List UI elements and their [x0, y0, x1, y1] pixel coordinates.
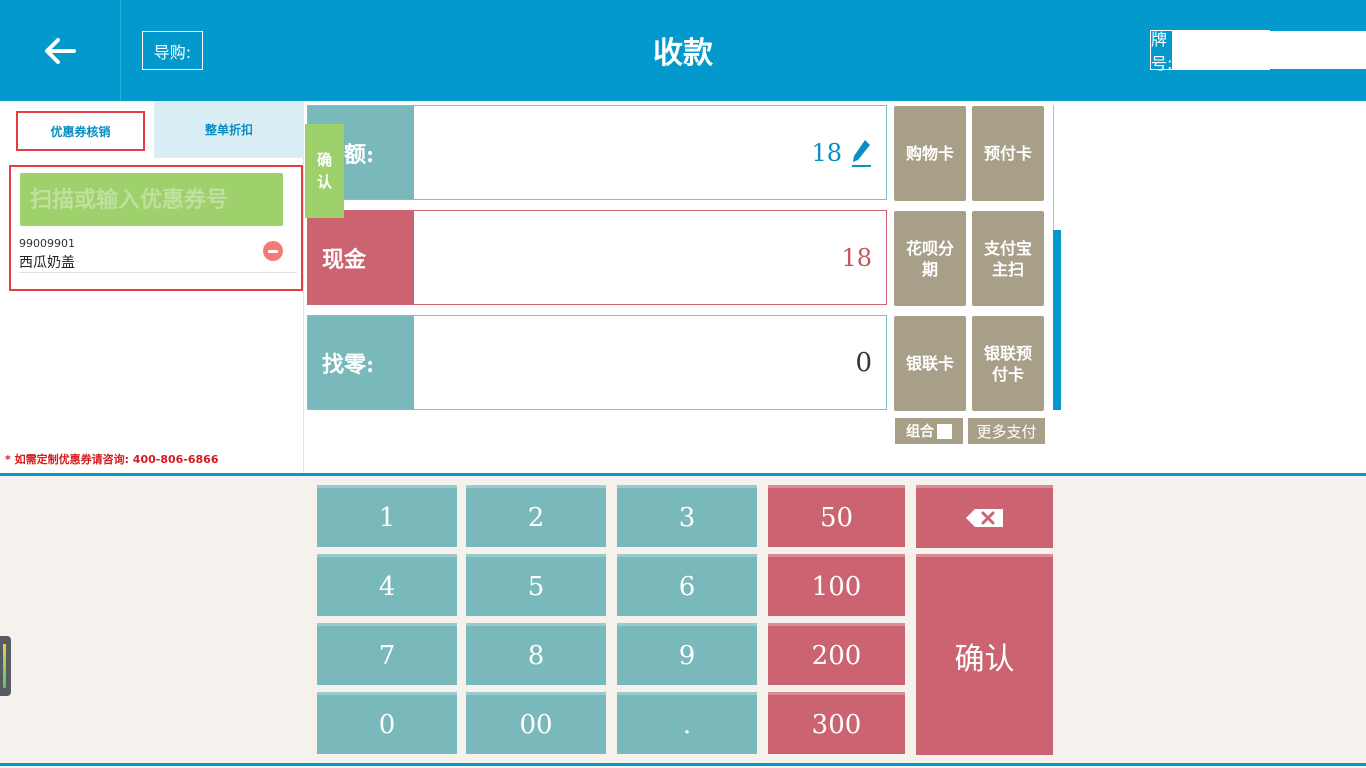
key-9[interactable]: 9	[617, 623, 757, 685]
question-circle-icon: ?	[1282, 38, 1306, 62]
coupon-confirm-char-2: 认	[316, 173, 332, 191]
key-4[interactable]: 4	[317, 554, 457, 616]
confirm-payment-button[interactable]: 确认	[916, 554, 1053, 755]
coupon-confirm-button[interactable]: 确 认	[305, 124, 344, 218]
payment-scrollbar-thumb[interactable]	[1053, 230, 1061, 410]
edge-handle[interactable]	[0, 636, 11, 696]
coupon-confirm-char-1: 确	[316, 151, 332, 169]
guide-button[interactable]: 导购:	[142, 31, 203, 70]
change-label: 找零:	[308, 316, 414, 409]
combo-payment-toggle[interactable]: 组合	[895, 418, 963, 444]
pay-alipay-scan-button[interactable]: 支付宝主扫	[972, 211, 1044, 306]
coupon-list-item: 99009901 西瓜奶盖	[19, 235, 297, 273]
combo-checkbox[interactable]	[937, 423, 952, 439]
key-3[interactable]: 3	[617, 485, 757, 547]
pay-unionpay-card-button[interactable]: 银联卡	[894, 316, 966, 411]
page-title: 收款	[653, 36, 713, 71]
more-payment-button[interactable]: 更多支付	[968, 418, 1045, 444]
key-7[interactable]: 7	[317, 623, 457, 685]
total-amount-value-box[interactable]: 18	[414, 106, 886, 199]
change-amount-row: 找零: 0	[307, 315, 887, 410]
settings-label: 设置	[1312, 42, 1346, 63]
cash-amount-value: 18	[841, 243, 872, 272]
key-6[interactable]: 6	[617, 554, 757, 616]
pay-shopping-card-button[interactable]: 购物卡	[894, 106, 966, 201]
remove-coupon-icon[interactable]	[263, 241, 283, 261]
back-arrow-icon	[45, 37, 76, 64]
tab-coupon-redeem[interactable]: 优惠券核销	[16, 111, 145, 151]
total-amount-value: 18	[811, 138, 842, 167]
combo-payment-label: 组合	[906, 424, 934, 440]
coupon-code: 99009901	[19, 237, 75, 250]
tab-whole-order-discount[interactable]: 整单折扣	[154, 101, 304, 158]
key-1[interactable]: 1	[317, 485, 457, 547]
coupon-number-input[interactable]	[20, 173, 283, 226]
total-amount-row: 金额: 18	[307, 105, 887, 200]
coupon-box: 99009901 西瓜奶盖	[9, 165, 303, 291]
cash-label: 现金	[308, 211, 414, 304]
key-5[interactable]: 5	[466, 554, 606, 616]
backspace-button[interactable]	[916, 485, 1053, 548]
key-8[interactable]: 8	[466, 623, 606, 685]
cash-300-button[interactable]: 300	[768, 692, 905, 754]
cash-100-button[interactable]: 100	[768, 554, 905, 616]
tag-number-field: 牌号:	[1150, 30, 1366, 73]
cash-200-button[interactable]: 200	[768, 623, 905, 685]
header-bar: 导购: 收款 牌号: ? 设置	[0, 0, 1366, 101]
change-amount-value: 0	[855, 347, 872, 378]
pay-unionpay-prepaid-button[interactable]: 银联预付卡	[972, 316, 1044, 411]
key-2[interactable]: 2	[466, 485, 606, 547]
pay-huabei-installment-button[interactable]: 花呗分期	[894, 211, 966, 306]
settings-button[interactable]: ? 设置	[1282, 37, 1346, 63]
cash-50-button[interactable]: 50	[768, 485, 905, 547]
key-0[interactable]: 0	[317, 692, 457, 754]
cash-amount-row[interactable]: 现金 18	[307, 210, 887, 305]
coupon-name: 西瓜奶盖	[19, 255, 75, 271]
coupon-panel: 整单折扣 优惠券核销 99009901 西瓜奶盖 * 如需定制优惠券请咨询: 4…	[0, 101, 304, 473]
back-button[interactable]	[0, 0, 121, 101]
pencil-icon[interactable]	[850, 138, 872, 168]
tag-number-label: 牌号:	[1151, 30, 1173, 73]
bottom-divider	[0, 763, 1366, 766]
coupon-hint-text: * 如需定制优惠券请咨询: 400-806-6866	[5, 453, 219, 466]
key-dot[interactable]: .	[617, 692, 757, 754]
key-00[interactable]: 00	[466, 692, 606, 754]
backspace-icon	[965, 509, 1003, 527]
pay-prepaid-card-button[interactable]: 预付卡	[972, 106, 1044, 201]
